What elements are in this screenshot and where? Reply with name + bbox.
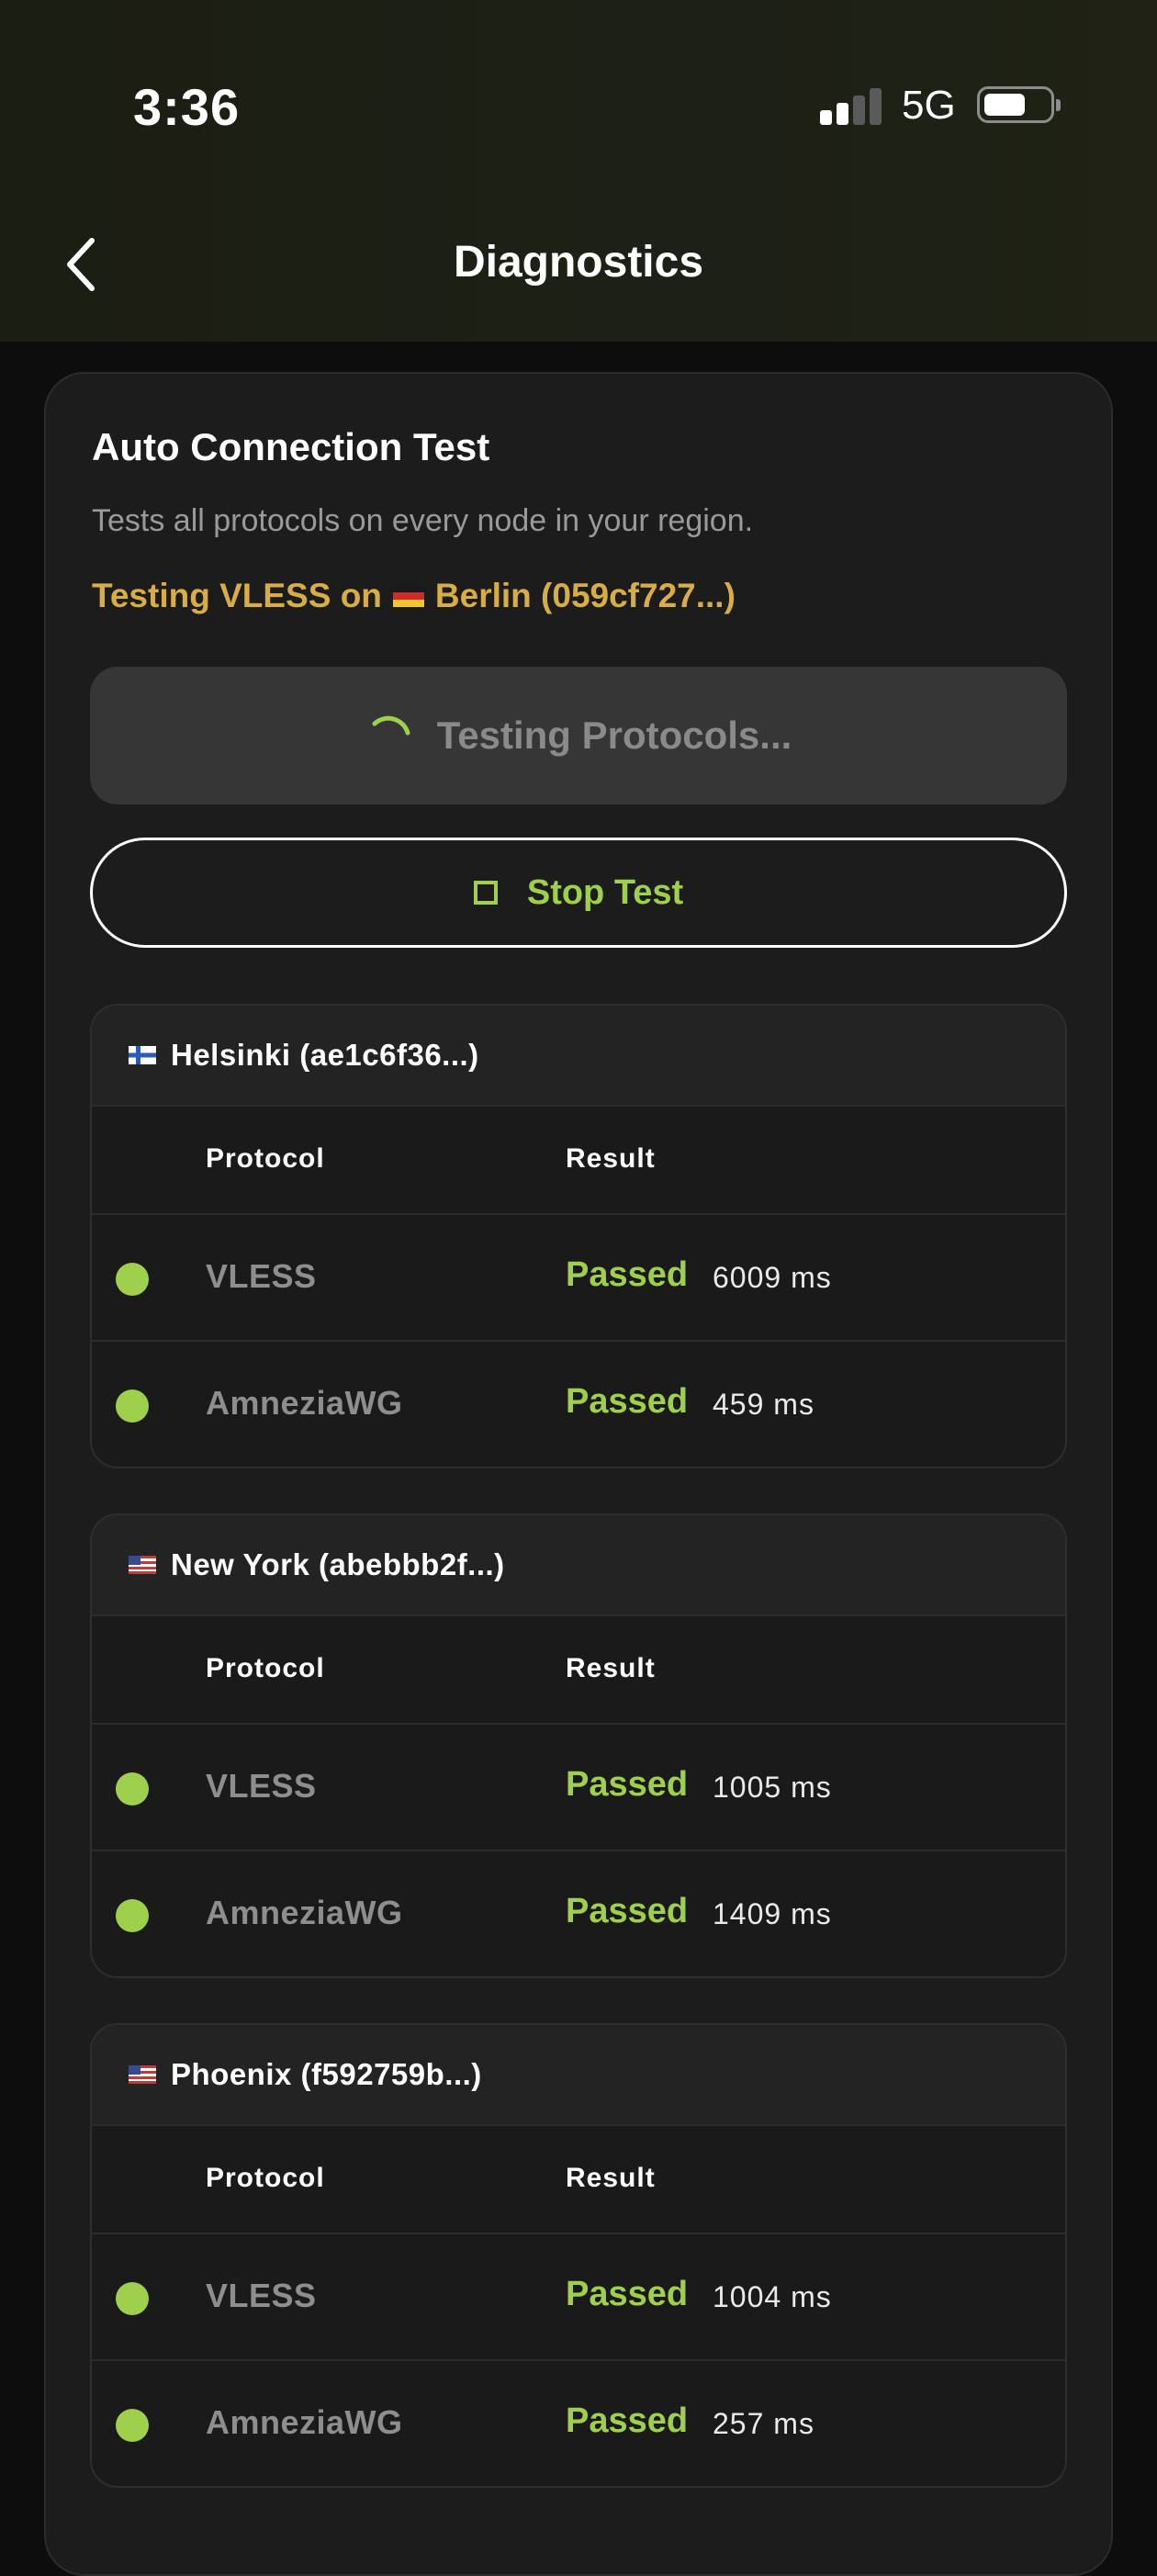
result-status: Passed <box>566 1765 689 1804</box>
protocol-name: VLESS <box>206 1767 317 1805</box>
node-header: New York (abebbb2f...) <box>92 1515 1065 1614</box>
node-name: Helsinki (ae1c6f36...) <box>171 1038 479 1072</box>
result-status: Passed <box>566 1892 689 1930</box>
stop-square-icon <box>473 881 498 905</box>
node-card-new-york: New York (abebbb2f...) Protocol Result V… <box>90 1513 1067 1978</box>
protocol-name: VLESS <box>206 1257 317 1295</box>
result-column-header: Result <box>566 1143 656 1174</box>
latency-value: 257 ms <box>713 2407 814 2440</box>
network-type: 5G <box>902 83 956 128</box>
latency-value: 1004 ms <box>713 2280 832 2313</box>
status-dot-icon <box>116 1389 149 1423</box>
node-name: New York (abebbb2f...) <box>171 1547 505 1581</box>
protocol-column-header: Protocol <box>206 1143 325 1174</box>
card-subtitle: Tests all protocols on every node in you… <box>92 503 754 538</box>
status-dot-icon <box>116 1772 149 1805</box>
node-name: Phoenix (f592759b...) <box>171 2057 482 2091</box>
page-title: Diagnostics <box>453 238 704 287</box>
status-time: 3:36 <box>133 78 241 136</box>
table-row: AmneziaWG Passed 459 ms <box>92 1342 1065 1467</box>
protocol-column-header: Protocol <box>206 2163 325 2193</box>
testing-protocols-button[interactable]: Testing Protocols... <box>90 667 1067 804</box>
stop-test-label: Stop Test <box>526 872 684 912</box>
result-column-header: Result <box>566 2163 656 2193</box>
node-card-helsinki: Helsinki (ae1c6f36...) Protocol Result V… <box>90 1004 1067 1468</box>
testing-prefix: Testing VLESS on <box>92 577 382 614</box>
cellular-signal-icon <box>820 88 882 125</box>
testing-node: Berlin (059cf727...) <box>434 577 736 614</box>
spinner-icon <box>372 715 410 736</box>
status-dot-icon <box>116 1899 149 1932</box>
table-row: VLESS Passed 1004 ms <box>92 2234 1065 2361</box>
protocol-name: AmneziaWG <box>206 1894 403 1931</box>
table-row: VLESS Passed 1005 ms <box>92 1725 1065 1851</box>
result-status: Passed <box>566 1255 689 1294</box>
status-dot-icon <box>116 2282 149 2315</box>
latency-value: 459 ms <box>713 1388 814 1421</box>
usa-flag-icon <box>129 2065 156 2084</box>
latency-value: 6009 ms <box>713 1261 832 1294</box>
status-dot-icon <box>116 2409 149 2442</box>
table-header: Protocol Result <box>92 1105 1065 1215</box>
stop-test-button[interactable]: Stop Test <box>90 838 1067 948</box>
testing-status: Testing VLESS on Berlin (059cf727...) <box>92 577 736 615</box>
table-header: Protocol Result <box>92 1614 1065 1725</box>
result-status: Passed <box>566 2402 689 2440</box>
table-header: Protocol Result <box>92 2124 1065 2234</box>
top-header: 3:36 5G Diagnostics <box>0 0 1157 342</box>
latency-value: 1005 ms <box>713 1771 832 1804</box>
status-dot-icon <box>116 1263 149 1296</box>
usa-flag-icon <box>129 1556 156 1574</box>
table-row: AmneziaWG Passed 1409 ms <box>92 1851 1065 1976</box>
protocol-column-header: Protocol <box>206 1653 325 1683</box>
battery-icon <box>977 86 1061 123</box>
protocol-name: AmneziaWG <box>206 1384 403 1422</box>
status-bar: 3:36 5G <box>0 0 1157 211</box>
table-row: AmneziaWG Passed 257 ms <box>92 2361 1065 2486</box>
card-title: Auto Connection Test <box>92 425 490 468</box>
node-header: Helsinki (ae1c6f36...) <box>92 1006 1065 1105</box>
node-card-phoenix: Phoenix (f592759b...) Protocol Result VL… <box>90 2023 1067 2488</box>
testing-protocols-label: Testing Protocols... <box>436 714 792 757</box>
table-row: VLESS Passed 6009 ms <box>92 1215 1065 1342</box>
germany-flag-icon <box>392 585 424 607</box>
node-header: Phoenix (f592759b...) <box>92 2025 1065 2124</box>
protocol-name: VLESS <box>206 2277 317 2314</box>
latency-value: 1409 ms <box>713 1897 832 1930</box>
protocol-name: AmneziaWG <box>206 2403 403 2441</box>
result-status: Passed <box>566 1382 689 1421</box>
result-column-header: Result <box>566 1653 656 1683</box>
result-status: Passed <box>566 2275 689 2313</box>
finland-flag-icon <box>129 1046 156 1064</box>
